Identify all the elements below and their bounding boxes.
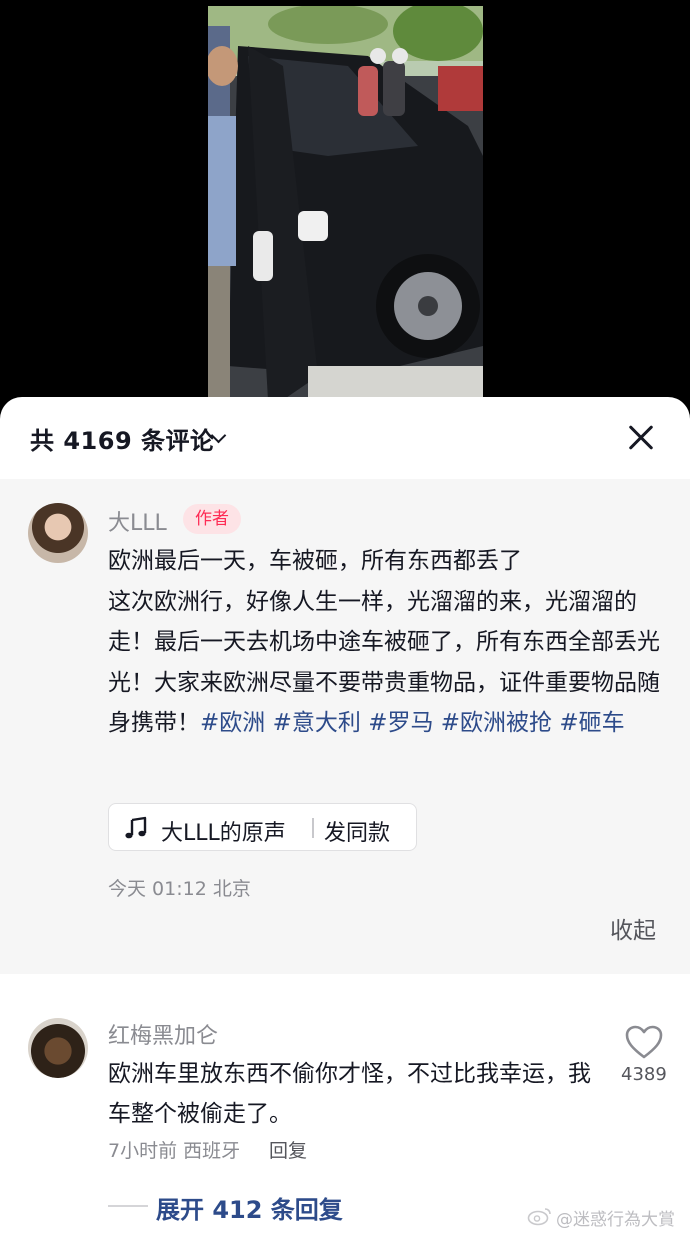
heart-icon[interactable]	[624, 1024, 664, 1060]
hashtag-link[interactable]: #罗马	[368, 710, 433, 736]
close-icon[interactable]	[622, 419, 660, 457]
weibo-icon	[527, 1208, 551, 1226]
author-comment-title: 欧洲最后一天，车被砸，所有东西都丢了	[108, 548, 522, 574]
expand-replies-button[interactable]: 展开 412 条回复	[156, 1190, 343, 1225]
author-comment-text: 欧洲最后一天，车被砸，所有东西都丢了 这次欧洲行，好像人生一样，光溜溜的来，光溜…	[108, 541, 668, 744]
like-count: 4389	[621, 1064, 667, 1085]
author-comment-meta: 今天 01:12 北京	[108, 878, 251, 900]
reply-button[interactable]: 回复	[269, 1136, 307, 1163]
collapse-button[interactable]: 收起	[610, 911, 656, 945]
use-sound-button[interactable]: 发同款	[324, 815, 390, 847]
hashtag-link[interactable]: #欧洲被抢	[441, 710, 552, 736]
comment-text: 欧洲车里放东西不偷你才怪，不过比我幸运，我车整个被偷走了。	[108, 1061, 591, 1127]
avatar[interactable]	[28, 1018, 88, 1078]
watermark: @迷惑行為大賞	[556, 1210, 675, 1230]
music-note-icon	[125, 816, 147, 839]
divider	[108, 1205, 148, 1207]
hashtag-link[interactable]: #意大利	[273, 710, 361, 736]
hashtag-link[interactable]: #砸车	[559, 710, 624, 736]
hashtag-link[interactable]: #欧洲	[200, 710, 265, 736]
author-badge: 作者	[183, 504, 241, 534]
comments-header: 共 4169 条评论	[0, 397, 690, 479]
comment-meta: 7小时前 西班牙	[108, 1140, 241, 1162]
comment-count-title[interactable]: 共 4169 条评论	[30, 421, 215, 456]
original-sound-chip[interactable]: 大LLL的原声 发同款	[108, 803, 417, 851]
divider	[312, 818, 314, 838]
comment-item: 红梅黑加仑 欧洲车里放东西不偷你才怪，不过比我幸运，我车整个被偷走了。 7小时前…	[0, 974, 690, 1234]
video-scene-image	[208, 6, 483, 400]
video-frame	[208, 6, 483, 400]
avatar[interactable]	[28, 503, 88, 563]
video-player[interactable]	[0, 0, 690, 400]
sound-name: 大LLL的原声	[161, 821, 286, 846]
author-comment: 大LLL 作者 欧洲最后一天，车被砸，所有东西都丢了 这次欧洲行，好像人生一样，…	[0, 479, 690, 974]
commenter-name[interactable]: 红梅黑加仑	[108, 1018, 218, 1050]
author-name[interactable]: 大LLL	[108, 505, 167, 537]
comments-sheet: 共 4169 条评论 大LLL 作者 欧洲最后一天，车被砸，所有东西都丢了 这次…	[0, 397, 690, 1234]
